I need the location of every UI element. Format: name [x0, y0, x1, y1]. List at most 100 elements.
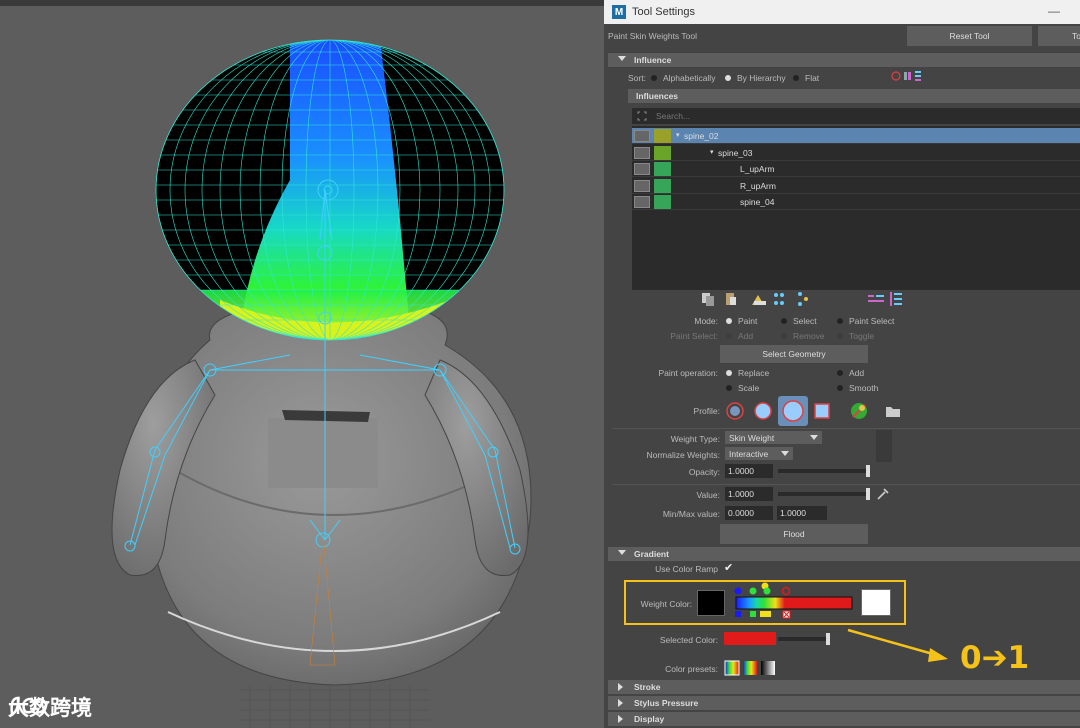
- search-icon: [637, 111, 647, 121]
- section-stroke[interactable]: Stroke: [608, 680, 1080, 694]
- mode-select-radio[interactable]: [781, 318, 787, 324]
- lock-icon[interactable]: [634, 179, 650, 192]
- influence-display-icons[interactable]: [866, 291, 906, 307]
- sort-flat-radio[interactable]: [793, 75, 799, 81]
- section-gradient[interactable]: Gradient: [608, 547, 1080, 561]
- section-gradient-label: Gradient: [634, 549, 669, 559]
- paint-op-replace-radio[interactable]: [726, 370, 732, 376]
- profile-square-icon[interactable]: [811, 400, 833, 422]
- section-display[interactable]: Display: [608, 712, 1080, 726]
- chevron-down-icon: [810, 435, 818, 440]
- value-label: Value:: [696, 490, 720, 500]
- profile-label: Profile:: [693, 406, 720, 416]
- paint-op-smooth: Smooth: [849, 383, 879, 393]
- color-presets-label: Color presets:: [665, 664, 718, 674]
- opacity-label: Opacity:: [688, 467, 720, 477]
- opacity-field[interactable]: 1.0000: [725, 464, 773, 478]
- section-stylus-pressure-label: Stylus Pressure: [634, 698, 699, 708]
- paint-op-smooth-radio[interactable]: [837, 385, 843, 391]
- paint-op-add-radio[interactable]: [837, 370, 843, 376]
- influence-color-swatch[interactable]: [654, 145, 671, 160]
- influence-row[interactable]: R_upArm: [632, 178, 1080, 194]
- max-value-field[interactable]: 1.0000: [777, 506, 827, 520]
- reset-tool-button[interactable]: Reset Tool: [907, 26, 1032, 46]
- folder-icon[interactable]: [882, 400, 904, 422]
- value-slider[interactable]: [778, 488, 870, 500]
- tool-settings-panel: M Tool Settings — Paint Skin Weights Too…: [604, 0, 1080, 728]
- weight-type-value: Skin Weight: [729, 432, 775, 443]
- paint-op-scale-radio[interactable]: [726, 385, 732, 391]
- weight-color-high-swatch[interactable]: [861, 589, 891, 616]
- influence-list-options-icon[interactable]: [891, 70, 923, 82]
- influence-color-swatch[interactable]: [654, 129, 671, 143]
- profile-solid-icon[interactable]: [778, 396, 808, 426]
- color-presets[interactable]: [724, 660, 780, 676]
- mode-paint-radio[interactable]: [726, 318, 732, 324]
- window-title: Tool Settings: [632, 6, 695, 18]
- tool-name: Paint Skin Weights Tool: [608, 31, 697, 41]
- influences-header[interactable]: Influences: [628, 89, 1080, 103]
- select-geometry-button[interactable]: Select Geometry: [720, 345, 868, 363]
- lock-icon[interactable]: [634, 163, 650, 175]
- eyedropper-icon[interactable]: [876, 487, 890, 501]
- influence-name: spine_02: [684, 131, 719, 141]
- min-value-field[interactable]: 0.0000: [725, 506, 773, 520]
- selected-color-slider[interactable]: [778, 633, 830, 645]
- window-titlebar[interactable]: M Tool Settings —: [604, 0, 1080, 24]
- selected-color-label: Selected Color:: [659, 635, 718, 645]
- expand-triangle-icon: [618, 699, 623, 707]
- minimize-icon[interactable]: —: [1048, 4, 1060, 18]
- use-color-ramp-label: Use Color Ramp: [655, 564, 718, 574]
- profile-file-texture-icon[interactable]: [848, 400, 870, 422]
- section-stylus-pressure[interactable]: Stylus Pressure: [608, 696, 1080, 710]
- minmax-label: Min/Max value:: [662, 509, 720, 519]
- use-color-ramp-checkbox[interactable]: ✔: [724, 563, 735, 574]
- expand-arrow-icon[interactable]: ▾: [676, 131, 680, 139]
- value-slider-handle[interactable]: [866, 488, 870, 500]
- selected-color-slider-handle[interactable]: [826, 633, 830, 645]
- section-influence[interactable]: Influence: [608, 53, 1080, 67]
- influence-tools-icons[interactable]: [700, 291, 820, 307]
- weight-color-low-swatch[interactable]: [697, 590, 725, 616]
- mode-paint-select-radio[interactable]: [837, 318, 843, 324]
- normalize-weights-label: Normalize Weights:: [646, 450, 720, 460]
- expand-triangle-icon: [618, 683, 623, 691]
- influence-color-swatch[interactable]: [654, 178, 671, 193]
- expand-arrow-icon[interactable]: ▾: [710, 148, 714, 156]
- opacity-slider[interactable]: [778, 465, 870, 477]
- lock-icon[interactable]: [634, 130, 650, 142]
- opacity-slider-handle[interactable]: [866, 465, 870, 477]
- influence-color-swatch[interactable]: [654, 162, 671, 176]
- normalize-weights-dropdown[interactable]: Interactive: [725, 447, 793, 460]
- value-field[interactable]: 1.0000: [725, 487, 773, 501]
- paint-op-replace: Replace: [738, 368, 770, 378]
- profile-gaussian-icon[interactable]: [724, 400, 746, 422]
- weight-type-label: Weight Type:: [670, 434, 720, 444]
- profile-soft-icon[interactable]: [752, 400, 774, 422]
- influence-search-input[interactable]: Search...: [632, 108, 1080, 124]
- lock-icon[interactable]: [634, 196, 650, 208]
- lock-icon[interactable]: [634, 146, 650, 159]
- paint-select-toggle-radio[interactable]: [837, 333, 843, 339]
- tool-help-button[interactable]: To: [1038, 26, 1080, 46]
- influence-row[interactable]: spine_04: [632, 194, 1080, 210]
- influence-row[interactable]: ▾ spine_02: [632, 128, 1080, 144]
- paint-select-add-radio[interactable]: [726, 333, 732, 339]
- viewport-3d[interactable]: 大数跨境: [0, 0, 604, 728]
- color-ramp[interactable]: [732, 581, 856, 621]
- section-display-label: Display: [634, 714, 665, 724]
- influence-row[interactable]: ▾ spine_03: [632, 145, 1080, 161]
- flood-button[interactable]: Flood: [720, 524, 868, 544]
- sort-alphabetically-radio[interactable]: [651, 75, 657, 81]
- paint-select-remove-radio[interactable]: [781, 333, 787, 339]
- influence-color-swatch[interactable]: [654, 195, 671, 209]
- annotation-text: 0➔1: [960, 640, 1030, 676]
- mode-option-select: Select: [793, 316, 817, 326]
- selected-color-swatch[interactable]: [724, 632, 776, 645]
- weight-type-dropdown[interactable]: Skin Weight: [725, 431, 822, 444]
- weights-scrollbar[interactable]: [876, 430, 892, 462]
- divider: [612, 484, 1080, 485]
- influence-name: L_upArm: [740, 164, 775, 174]
- influence-row[interactable]: L_upArm: [632, 161, 1080, 177]
- sort-by-hierarchy-radio[interactable]: [725, 75, 731, 81]
